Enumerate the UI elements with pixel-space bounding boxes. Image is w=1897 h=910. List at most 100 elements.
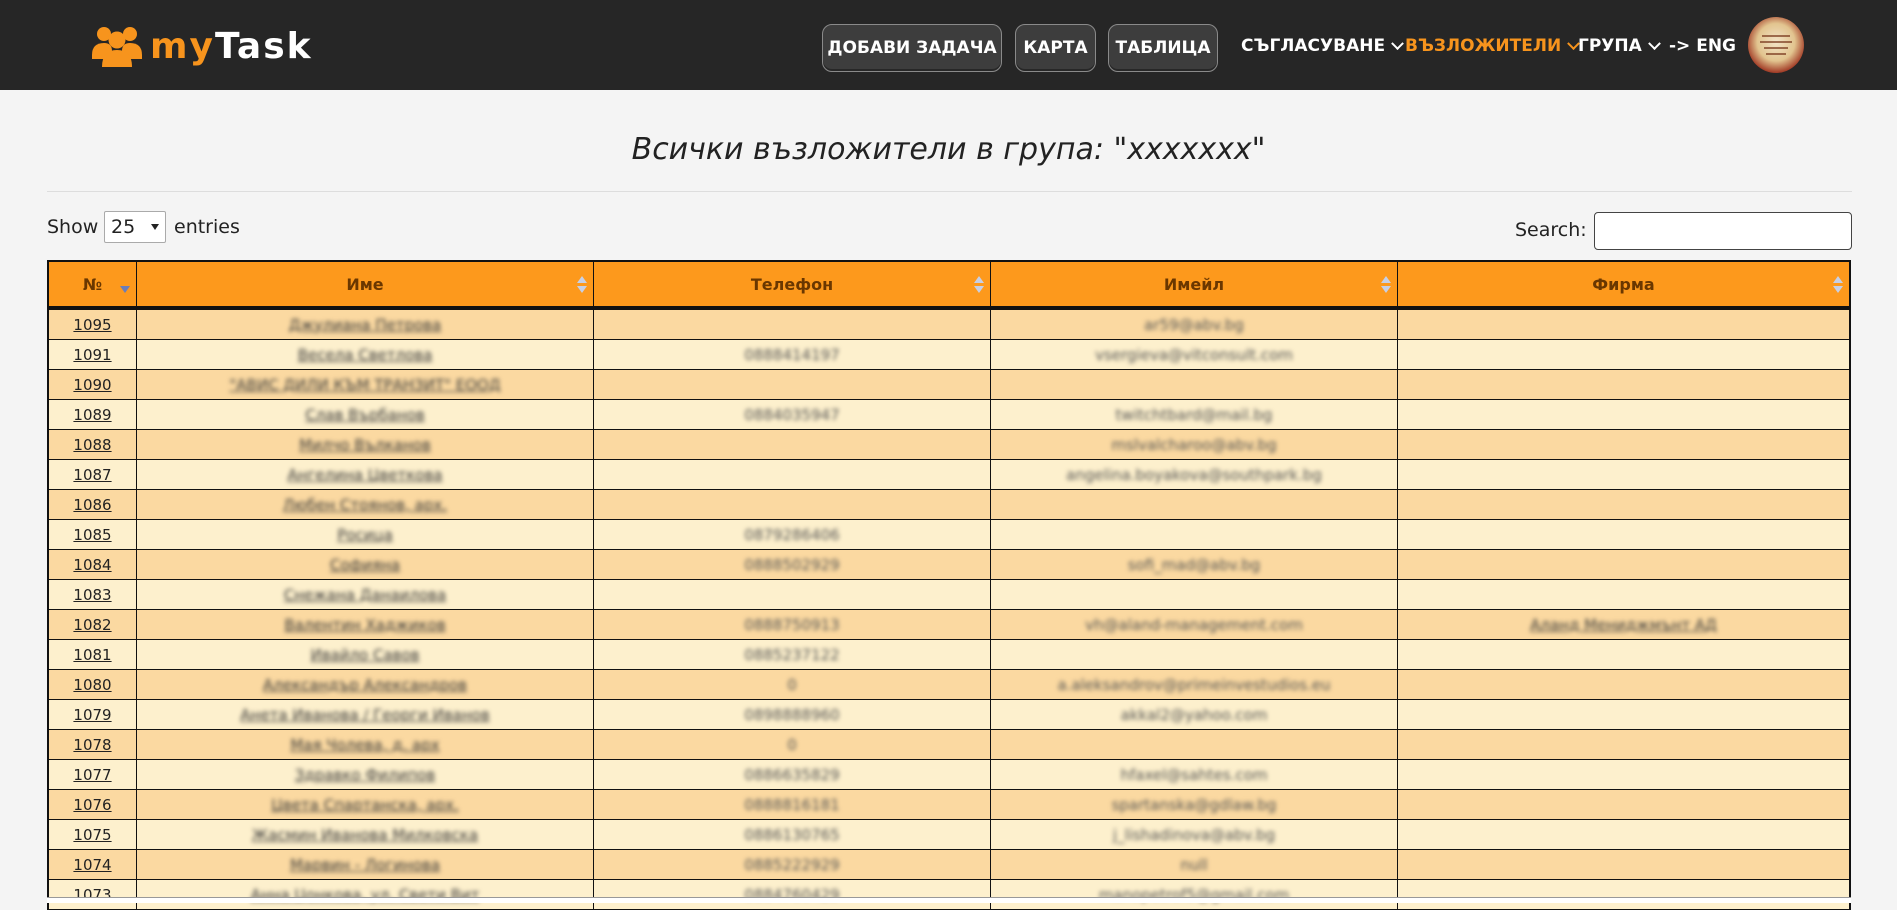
cell-company xyxy=(1397,430,1849,459)
column-header-email[interactable]: Имейл xyxy=(990,262,1397,306)
row-id-link[interactable]: 1084 xyxy=(73,556,111,574)
column-header-number[interactable]: № xyxy=(49,262,136,306)
cell-phone: 0879286406 xyxy=(593,520,990,549)
row-id-link[interactable]: 1089 xyxy=(73,406,111,424)
cell-email: vh@aland-management.com xyxy=(990,610,1397,639)
cell-name: Марвин - Логинова xyxy=(136,850,593,879)
cell-phone: 0 xyxy=(593,670,990,699)
row-name-link[interactable]: Любен Стоянов, арх. xyxy=(283,496,447,514)
row-name-link[interactable]: Мая Чолева, д. арх xyxy=(290,736,439,754)
cell-company xyxy=(1397,820,1849,849)
row-id-link[interactable]: 1090 xyxy=(73,376,111,394)
row-name-link[interactable]: Здравко Филипов xyxy=(295,766,435,784)
table-row: 1086 Любен Стоянов, арх. xyxy=(47,490,1851,520)
cell-company: Аланд Мениджмънт АД xyxy=(1397,610,1849,639)
cell-email: sofi_mad@abv.bg xyxy=(990,550,1397,579)
sort-icon xyxy=(577,276,587,294)
brand-logo[interactable]: myTask xyxy=(92,22,313,70)
chevron-down-icon xyxy=(1391,36,1404,50)
cell-email: spartanska@gdlaw.bg xyxy=(990,790,1397,819)
horizontal-scrollbar[interactable] xyxy=(47,897,1851,903)
column-header-phone[interactable]: Телефон xyxy=(593,262,990,306)
row-name-link[interactable]: Джулиана Петрова xyxy=(289,316,441,334)
table-body: 1095 Джулиана Петрова ar59@abv.bg 1091 Весел… xyxy=(47,310,1851,910)
row-email-text: angelina.boyakova@southpark.bg xyxy=(1066,465,1322,484)
cell-name: Валентин Хаджиков xyxy=(136,610,593,639)
menu-group[interactable]: ГРУПА xyxy=(1578,36,1661,56)
row-id-link[interactable]: 1082 xyxy=(73,616,111,634)
row-name-link[interactable]: "АВИС ДИЛИ КЪМ ТРАНЗИТ" ЕООД xyxy=(229,376,500,394)
menu-approval[interactable]: СЪГЛАСУВАНЕ xyxy=(1241,36,1404,56)
row-phone-text: 0888414197 xyxy=(744,345,840,364)
row-id-link[interactable]: 1091 xyxy=(73,346,111,364)
table-row: 1082 Валентин Хаджиков 0888750913 vh@aland-… xyxy=(47,610,1851,640)
row-id-link[interactable]: 1086 xyxy=(73,496,111,514)
row-name-link[interactable]: Александър Александров xyxy=(263,676,467,694)
add-task-button[interactable]: ДОБАВИ ЗАДАЧА xyxy=(822,24,1002,72)
page-length-value: 25 xyxy=(111,216,136,238)
cell-id: 1090 xyxy=(49,370,136,399)
table-row: 1087 Ангелина Цветкова angelina.boyakova@s… xyxy=(47,460,1851,490)
row-name-link[interactable]: Весела Светлова xyxy=(298,346,433,364)
cell-company xyxy=(1397,850,1849,879)
menu-assigners[interactable]: ВЪЗЛОЖИТЕЛИ xyxy=(1405,36,1581,56)
cell-id: 1086 xyxy=(49,490,136,519)
row-name-link[interactable]: Росица xyxy=(337,526,393,544)
row-name-link[interactable]: Ивайло Савов xyxy=(310,646,419,664)
search-input[interactable] xyxy=(1594,212,1852,250)
row-name-link[interactable]: Анета Иванова / Георги Иванов xyxy=(240,706,489,724)
cell-name: Весела Светлова xyxy=(136,340,593,369)
row-name-link[interactable]: Цвета Спартанска, арх. xyxy=(271,796,459,814)
row-name-link[interactable]: Милчо Вълканов xyxy=(299,436,431,454)
cell-phone: 0 xyxy=(593,730,990,759)
table-header: № Име Телефон Имейл Фирма xyxy=(47,260,1851,310)
table-button[interactable]: ТАБЛИЦА xyxy=(1108,24,1218,72)
row-email-text: spartanska@gdlaw.bg xyxy=(1111,795,1277,814)
page-length-select[interactable]: 25 xyxy=(104,211,166,243)
row-id-link[interactable]: 1076 xyxy=(73,796,111,814)
language-switch[interactable]: -> ENG xyxy=(1669,36,1736,56)
table-row: 1075 Жасмин Иванова Милковска 0886130765 j_… xyxy=(47,820,1851,850)
row-id-link[interactable]: 1080 xyxy=(73,676,111,694)
row-id-link[interactable]: 1083 xyxy=(73,586,111,604)
table-row: 1080 Александър Александров 0 a.aleksandrov… xyxy=(47,670,1851,700)
column-header-company[interactable]: Фирма xyxy=(1397,262,1849,306)
cell-name: Мая Чолева, д. арх xyxy=(136,730,593,759)
row-company-link[interactable]: Аланд Мениджмънт АД xyxy=(1530,616,1717,634)
row-id-link[interactable]: 1075 xyxy=(73,826,111,844)
row-phone-text: 0888750913 xyxy=(744,615,840,634)
row-name-link[interactable]: Жасмин Иванова Милковска xyxy=(252,826,478,844)
row-id-link[interactable]: 1079 xyxy=(73,706,111,724)
row-id-link[interactable]: 1095 xyxy=(73,316,111,334)
brand-task: Task xyxy=(214,25,313,67)
cell-name: Александър Александров xyxy=(136,670,593,699)
row-name-link[interactable]: Ангелина Цветкова xyxy=(287,466,442,484)
column-header-name[interactable]: Име xyxy=(136,262,593,306)
row-id-link[interactable]: 1081 xyxy=(73,646,111,664)
users-icon xyxy=(92,27,142,67)
row-id-link[interactable]: 1087 xyxy=(73,466,111,484)
row-email-text: vsergieva@vitconsult.com xyxy=(1095,345,1293,364)
row-name-link[interactable]: Снежана Данаилова xyxy=(284,586,446,604)
row-phone-text: 0888502929 xyxy=(744,555,840,574)
cell-phone: 0888816181 xyxy=(593,790,990,819)
map-button[interactable]: КАРТА xyxy=(1015,24,1096,72)
sort-icon xyxy=(1833,276,1843,294)
row-id-link[interactable]: 1078 xyxy=(73,736,111,754)
row-id-link[interactable]: 1074 xyxy=(73,856,111,874)
row-name-link[interactable]: Марвин - Логинова xyxy=(290,856,440,874)
cell-name: Анета Иванова / Георги Иванов xyxy=(136,700,593,729)
avatar[interactable] xyxy=(1748,17,1804,73)
row-id-link[interactable]: 1077 xyxy=(73,766,111,784)
cell-id: 1083 xyxy=(49,580,136,609)
row-name-link[interactable]: Слав Върбанов xyxy=(305,406,425,424)
row-name-link[interactable]: Валентин Хаджиков xyxy=(284,616,445,634)
row-name-link[interactable]: Софияна xyxy=(330,556,400,574)
page-title: Всички възложители в група: "xxxxxxx" xyxy=(631,132,1266,167)
row-id-link[interactable]: 1088 xyxy=(73,436,111,454)
row-email-text: akkal2@yahoo.com xyxy=(1120,705,1268,724)
row-id-link[interactable]: 1085 xyxy=(73,526,111,544)
cell-name: Снежана Данаилова xyxy=(136,580,593,609)
cell-company xyxy=(1397,490,1849,519)
row-phone-text: 0 xyxy=(787,675,797,694)
